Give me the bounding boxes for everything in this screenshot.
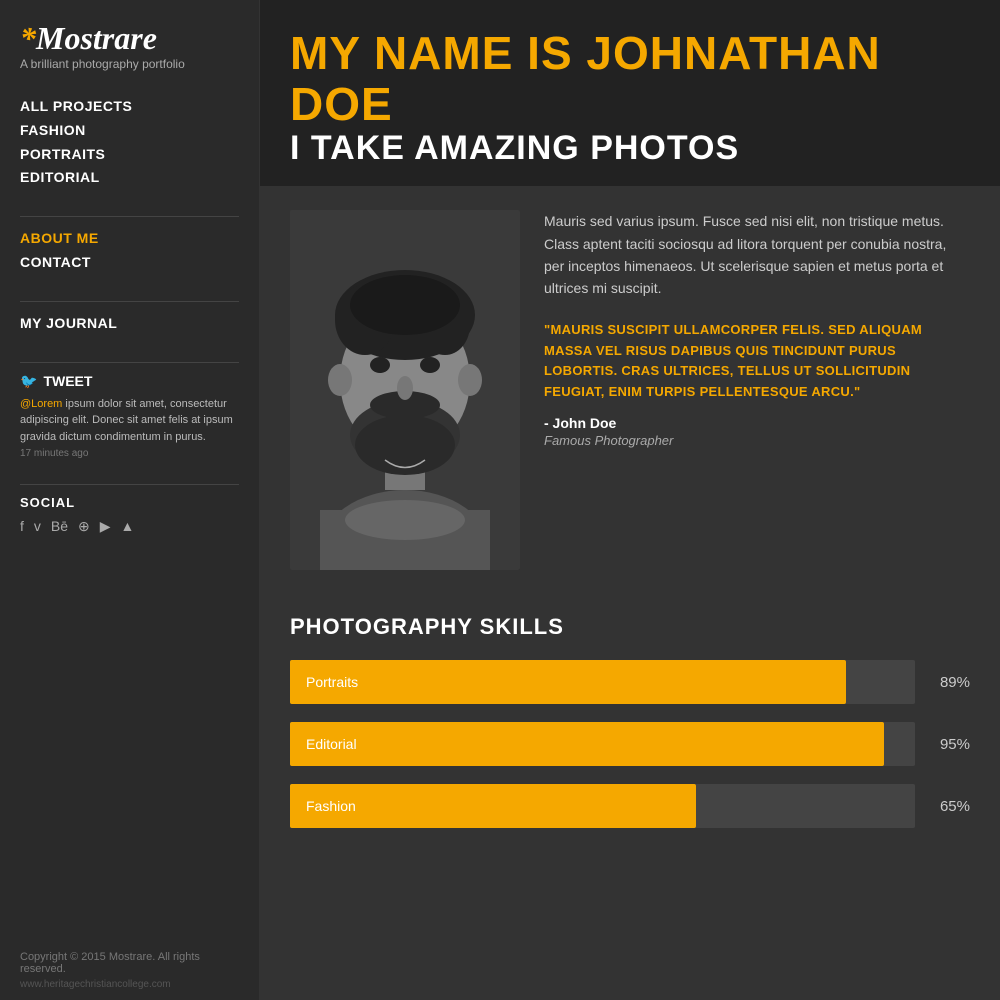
skills-section: PHOTOGRAPHY SKILLS Portraits 89% Editori… xyxy=(260,594,1000,876)
main-content: MY NAME IS JOHNATHAN DOE I TAKE AMAZING … xyxy=(260,0,1000,1000)
skill-name-fashion: Fashion xyxy=(306,798,356,814)
website-url: www.heritagechristiancollege.com xyxy=(20,979,239,990)
skill-bar-fashion: Fashion xyxy=(290,784,696,828)
quote-author: - John Doe xyxy=(544,415,970,431)
quote-role: Famous Photographer xyxy=(544,433,970,448)
tweet-header: 🐦 TWEET xyxy=(20,373,239,390)
dribbble-icon[interactable]: ⊕ xyxy=(78,518,90,535)
sidebar: *Mostrare A brilliant photography portfo… xyxy=(0,0,260,1000)
nav-all-projects[interactable]: ALL PROJECTS xyxy=(20,95,239,119)
nav-editorial[interactable]: EDITORIAL xyxy=(20,166,239,190)
divider-2 xyxy=(20,301,239,302)
profile-photo xyxy=(290,210,520,570)
behance-icon[interactable]: Bē xyxy=(51,518,68,534)
nav-contact[interactable]: CONTACT xyxy=(20,251,239,275)
tweet-section: 🐦 TWEET @Lorem ipsum dolor sit amet, con… xyxy=(20,373,239,462)
tweet-text: @Lorem ipsum dolor sit amet, consectetur… xyxy=(20,396,239,462)
about-description: Mauris sed varius ipsum. Fusce sed nisi … xyxy=(544,210,970,300)
secondary-nav: ABOUT ME CONTACT xyxy=(20,227,239,275)
skill-row-portraits: Portraits 89% xyxy=(290,660,970,704)
logo-text: *Mostrare xyxy=(20,20,239,57)
social-section: SOCIAL f v Bē ⊕ ▶ ▲ xyxy=(20,495,239,535)
skills-title: PHOTOGRAPHY SKILLS xyxy=(290,614,970,640)
skill-name-editorial: Editorial xyxy=(306,736,357,752)
social-label: SOCIAL xyxy=(20,495,239,510)
profile-photo-placeholder xyxy=(290,210,520,570)
tweet-at-user[interactable]: @Lorem xyxy=(20,398,62,410)
youtube-icon[interactable]: ▶ xyxy=(100,518,111,535)
vimeo-icon[interactable]: v xyxy=(34,518,41,534)
divider-4 xyxy=(20,484,239,485)
skill-bar-fashion-wrapper: Fashion xyxy=(290,784,915,828)
nav-fashion[interactable]: FASHION xyxy=(20,119,239,143)
skill-bar-portraits-wrapper: Portraits xyxy=(290,660,915,704)
skill-bar-portraits: Portraits xyxy=(290,660,846,704)
nav-journal[interactable]: MY JOURNAL xyxy=(20,312,239,336)
hero-title-line2: I TAKE AMAZING PHOTOS xyxy=(290,129,970,168)
profile-svg xyxy=(290,210,520,570)
extra-icon[interactable]: ▲ xyxy=(121,518,135,534)
skill-row-fashion: Fashion 65% xyxy=(290,784,970,828)
logo-subtitle: A brilliant photography portfolio xyxy=(20,57,239,71)
about-text: Mauris sed varius ipsum. Fusce sed nisi … xyxy=(544,210,970,570)
nav-portraits[interactable]: PORTRAITS xyxy=(20,143,239,167)
skill-percent-editorial: 95% xyxy=(915,736,970,753)
skill-percent-portraits: 89% xyxy=(915,674,970,691)
primary-nav: ALL PROJECTS FASHION PORTRAITS EDITORIAL xyxy=(20,95,239,190)
skill-percent-fashion: 65% xyxy=(915,798,970,815)
facebook-icon[interactable]: f xyxy=(20,518,24,534)
hero-title-line1: MY NAME IS JOHNATHAN DOE xyxy=(290,28,970,129)
skill-bar-editorial-wrapper: Editorial xyxy=(290,722,915,766)
skill-bar-editorial: Editorial xyxy=(290,722,884,766)
tweet-time: 17 minutes ago xyxy=(20,448,88,459)
quote-block: "MAURIS SUSCIPIT ULLAMCORPER FELIS. SED … xyxy=(544,320,970,448)
skill-name-portraits: Portraits xyxy=(306,674,358,690)
tweet-label: TWEET xyxy=(43,373,92,389)
copyright-text: Copyright © 2015 Mostrare. All rights re… xyxy=(20,941,239,975)
hero-section: MY NAME IS JOHNATHAN DOE I TAKE AMAZING … xyxy=(260,0,1000,186)
logo-star: * xyxy=(20,20,36,56)
nav-about-me[interactable]: ABOUT ME xyxy=(20,227,239,251)
social-icons: f v Bē ⊕ ▶ ▲ xyxy=(20,518,239,535)
divider-1 xyxy=(20,216,239,217)
about-section: Mauris sed varius ipsum. Fusce sed nisi … xyxy=(260,186,1000,594)
skill-row-editorial: Editorial 95% xyxy=(290,722,970,766)
quote-text: "MAURIS SUSCIPIT ULLAMCORPER FELIS. SED … xyxy=(544,320,970,403)
divider-3 xyxy=(20,362,239,363)
journal-nav: MY JOURNAL xyxy=(20,312,239,336)
twitter-icon: 🐦 xyxy=(20,373,37,390)
logo: *Mostrare A brilliant photography portfo… xyxy=(20,20,239,89)
